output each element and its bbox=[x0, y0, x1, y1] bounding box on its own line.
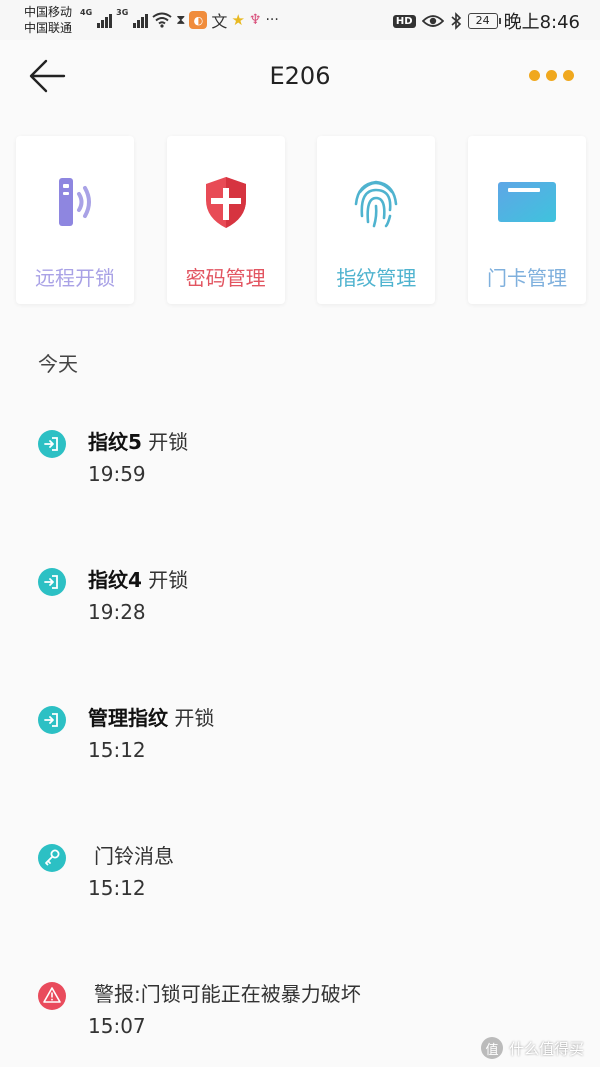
list-item[interactable]: 门铃消息 15:12 bbox=[0, 844, 600, 934]
more-dot-icon bbox=[563, 70, 574, 81]
battery-icon: 24 bbox=[467, 13, 501, 29]
status-icons-left: 4G 3G ⧗ ◐ 文 ★ ♆ ··· bbox=[80, 8, 279, 32]
alert-icon bbox=[38, 982, 66, 1010]
record-action: 门铃消息 bbox=[94, 844, 174, 868]
record-source: 指纹4 bbox=[88, 568, 142, 592]
section-label-today: 今天 bbox=[38, 352, 78, 376]
wifi-icon bbox=[152, 12, 172, 28]
record-source: 管理指纹 bbox=[88, 706, 168, 730]
network-label-2: 3G bbox=[116, 8, 129, 17]
unlock-icon bbox=[38, 706, 66, 734]
tile-remote-unlock[interactable]: 远程开锁 bbox=[16, 136, 134, 304]
shield-icon bbox=[205, 177, 246, 228]
app-icon: ♆ bbox=[248, 12, 262, 28]
list-item[interactable]: 指纹5 开锁 19:59 bbox=[0, 430, 600, 520]
clock: 晚上8:46 bbox=[503, 12, 580, 33]
more-dot-icon bbox=[546, 70, 557, 81]
record-time: 15:12 bbox=[88, 876, 146, 900]
eye-icon bbox=[421, 15, 444, 27]
carrier-info: 中国移动 中国联通 bbox=[24, 4, 72, 36]
page-title: E206 bbox=[269, 62, 331, 90]
carrier-2: 中国联通 bbox=[24, 21, 73, 35]
card-icon bbox=[497, 182, 556, 222]
tile-label: 门卡管理 bbox=[486, 266, 567, 290]
record-time: 15:07 bbox=[88, 1014, 146, 1038]
status-bar: 中国移动 中国联通 4G 3G ⧗ ◐ 文 ★ ♆ ··· HD 24 晚上8:… bbox=[0, 0, 600, 40]
unlock-icon bbox=[38, 430, 66, 458]
record-text: 门铃消息 bbox=[94, 840, 174, 869]
signal-icon bbox=[97, 12, 113, 28]
hourglass-icon: ⧗ bbox=[176, 12, 186, 28]
tile-card-management[interactable]: 门卡管理 bbox=[467, 136, 586, 304]
tile-label: 指纹管理 bbox=[336, 266, 417, 290]
remote-unlock-icon bbox=[59, 178, 91, 226]
more-icon: ··· bbox=[265, 12, 279, 28]
tile-label: 远程开锁 bbox=[35, 266, 115, 290]
app-screen: 中国移动 中国联通 4G 3G ⧗ ◐ 文 ★ ♆ ··· HD 24 晚上8:… bbox=[0, 0, 600, 1067]
browser-icon: ◐ bbox=[189, 11, 208, 29]
hd-badge: HD bbox=[392, 14, 416, 28]
list-item[interactable]: 管理指纹 开锁 15:12 bbox=[0, 706, 600, 796]
record-time: 19:28 bbox=[88, 600, 146, 624]
tile-label: 密码管理 bbox=[185, 266, 266, 290]
bluetooth-icon bbox=[451, 12, 461, 30]
record-text: 指纹4 开锁 bbox=[88, 564, 188, 593]
signal-icon-2 bbox=[133, 12, 149, 28]
network-label-1: 4G bbox=[80, 8, 93, 17]
record-action: 开锁 bbox=[168, 706, 215, 730]
watermark: 值 什么值得买 bbox=[480, 1037, 584, 1059]
record-text: 管理指纹 开锁 bbox=[88, 702, 214, 731]
fingerprint-icon bbox=[355, 180, 398, 228]
tile-password-management[interactable]: 密码管理 bbox=[166, 136, 285, 304]
watermark-logo: 值 bbox=[480, 1037, 503, 1059]
more-options-button[interactable] bbox=[529, 70, 574, 81]
function-tiles: 远程开锁 密码管理 指纹管理 门卡管理 bbox=[16, 136, 586, 304]
star-icon: ★ bbox=[231, 11, 245, 29]
list-item[interactable]: 指纹4 开锁 19:28 bbox=[0, 568, 600, 658]
tile-fingerprint-management[interactable]: 指纹管理 bbox=[317, 136, 436, 304]
record-text: 警报:门锁可能正在被暴力破坏 bbox=[94, 978, 361, 1007]
record-time: 19:59 bbox=[88, 462, 146, 486]
translate-icon: 文 bbox=[211, 12, 228, 31]
record-text: 指纹5 开锁 bbox=[88, 426, 188, 455]
doorbell-icon bbox=[38, 844, 66, 872]
nav-bar: E206 bbox=[0, 40, 600, 114]
status-icons-right: HD 24 晚上8:46 bbox=[392, 8, 580, 34]
record-action: 开锁 bbox=[141, 430, 189, 454]
unlock-icon bbox=[38, 568, 66, 596]
record-action: 警报:门锁可能正在被暴力破坏 bbox=[94, 982, 361, 1006]
watermark-text: 什么值得买 bbox=[508, 1039, 584, 1058]
record-source: 指纹5 bbox=[88, 430, 142, 454]
record-action: 开锁 bbox=[141, 568, 189, 592]
carrier-1: 中国移动 bbox=[24, 5, 73, 19]
record-time: 15:12 bbox=[88, 738, 146, 762]
more-dot-icon bbox=[529, 70, 540, 81]
